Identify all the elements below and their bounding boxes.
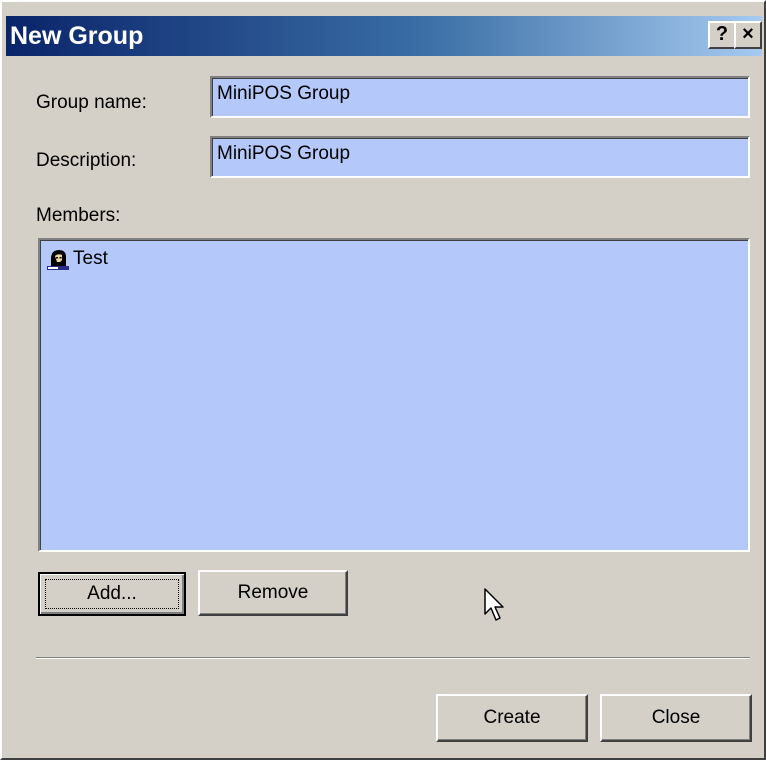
member-name: Test xyxy=(73,248,108,269)
create-button-label: Create xyxy=(483,707,541,728)
new-group-dialog: New Group ? × Group name: MiniPOS Group … xyxy=(0,0,766,760)
description-input[interactable]: MiniPOS Group xyxy=(210,136,750,178)
remove-button-label: Remove xyxy=(237,582,309,603)
description-label: Description: xyxy=(36,150,137,171)
remove-button[interactable]: Remove xyxy=(198,570,348,616)
members-list[interactable]: Test xyxy=(38,238,750,552)
focus-ring xyxy=(45,579,179,609)
close-window-button[interactable]: × xyxy=(734,21,762,49)
mouse-cursor-icon xyxy=(484,588,504,621)
close-button-label: Close xyxy=(651,707,701,728)
user-icon xyxy=(47,250,69,270)
create-button[interactable]: Create xyxy=(436,694,588,742)
title-bar[interactable]: New Group ? × xyxy=(6,16,762,56)
close-icon: × xyxy=(742,23,754,45)
close-button[interactable]: Close xyxy=(600,694,752,742)
list-item[interactable]: Test xyxy=(46,246,108,272)
members-label: Members: xyxy=(36,205,121,226)
window-title: New Group xyxy=(10,22,144,50)
group-name-input[interactable]: MiniPOS Group xyxy=(210,76,750,118)
add-button[interactable]: Add... xyxy=(38,572,186,616)
help-icon: ? xyxy=(715,23,729,45)
help-button[interactable]: ? xyxy=(708,21,736,49)
separator xyxy=(36,657,750,659)
group-name-label: Group name: xyxy=(36,92,147,113)
